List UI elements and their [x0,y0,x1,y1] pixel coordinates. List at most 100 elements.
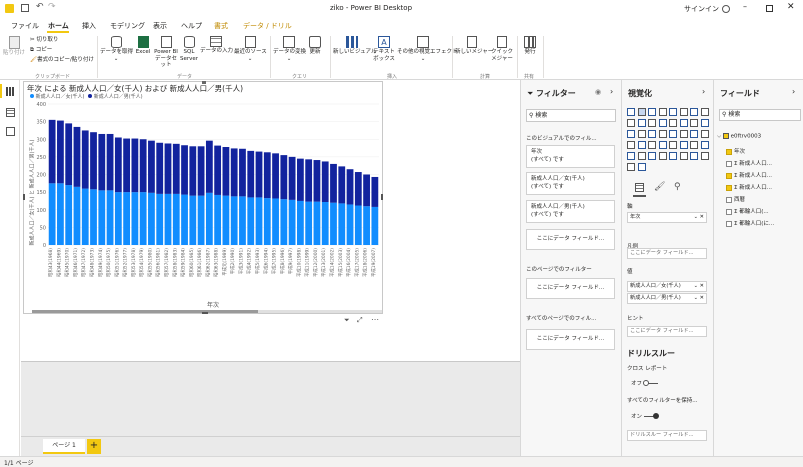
visual-type-icon[interactable] [627,163,635,171]
analytics-tab-icon[interactable]: ⚲ [674,182,681,192]
axis-well[interactable]: 年次 ⌄ ✕ [627,212,707,223]
filters-collapse-icon[interactable]: › [610,87,613,96]
visual-type-icon[interactable] [669,119,677,127]
stacked-column-visual[interactable]: 年次 による 新成人人口／女(千人) および 新成人人口／男(千人) 新成人人口… [23,81,383,314]
recent-sources-button[interactable]: 最近のソース ⌄ [234,36,267,62]
fields-search-input[interactable]: ⚲ 検索 [719,109,801,121]
transform-data-button[interactable]: データの変換 ⌄ [273,36,306,62]
field-checkbox[interactable] [726,172,732,179]
resize-handle-right[interactable] [381,194,383,200]
save-icon[interactable] [21,4,29,12]
visual-type-icon[interactable] [690,108,698,116]
publish-button[interactable]: 発行 [521,36,539,56]
visual-type-icon[interactable] [700,152,709,160]
model-view-icon[interactable] [6,127,15,136]
visual-type-icon[interactable] [648,152,656,160]
all-pages-filter-drop[interactable]: ここにデータ フィールド... [526,329,615,350]
visual-type-icon[interactable] [679,119,688,127]
visual-type-icon[interactable] [627,119,635,127]
get-data-button[interactable]: データを取得 ⌄ [100,36,133,62]
visual-type-icon[interactable] [627,130,635,138]
table-node[interactable]: ⌵ e0ftrv0003 [717,133,761,141]
filter-card-female[interactable]: 新成人人口／女(千人) (すべて) です [526,172,615,195]
minimize-icon[interactable]: – [743,2,747,11]
visual-type-icon[interactable] [658,141,667,149]
field-item[interactable]: Σ 新成人人口... [726,183,772,191]
visual-type-icon[interactable] [690,130,698,138]
visual-type-icon[interactable] [658,152,667,160]
visual-type-icon[interactable] [658,130,667,138]
tab-insert[interactable]: 挿入 [82,21,96,31]
visual-type-icon[interactable] [690,152,698,160]
filters-eye-icon[interactable]: ◉ [595,88,601,96]
visual-filter-icon[interactable]: ⏷ [344,316,350,325]
visual-type-icon[interactable] [648,108,656,116]
keep-filters-toggle[interactable]: オン [631,412,659,420]
visual-type-icon[interactable] [637,130,646,138]
visual-type-icon[interactable] [648,141,656,149]
tab-file[interactable]: ファイル [11,21,39,31]
tab-home[interactable]: ホーム [48,21,69,31]
visual-type-icon[interactable] [669,108,677,116]
visual-type-icon[interactable] [669,130,677,138]
field-checkbox[interactable] [726,208,732,215]
visual-type-icon[interactable] [637,163,646,171]
filters-search-input[interactable]: ⚲ 検索 [526,109,616,122]
value-well-male[interactable]: 新成人人口／男(千人) ⌄ ✕ [627,293,707,304]
chart-scroll-thumb[interactable] [32,310,258,313]
signin-link[interactable]: サインイン [684,4,719,14]
tab-format[interactable]: 書式 [214,21,228,31]
visual-type-icon[interactable] [690,141,698,149]
visual-type-icon[interactable] [679,141,688,149]
user-icon[interactable] [722,5,730,13]
visual-type-icon[interactable] [700,119,709,127]
paste-button[interactable]: 貼り付け [3,36,25,57]
resize-handle-left[interactable] [23,194,25,200]
refresh-button[interactable]: 更新 [306,36,324,56]
field-item[interactable]: Σ 都輪人口(に... [726,219,774,227]
field-item[interactable]: 西暦 [726,195,745,203]
tab-modeling[interactable]: モデリング [110,21,145,31]
field-checkbox[interactable] [726,220,732,227]
visual-type-icon[interactable] [637,119,646,127]
visual-type-icon[interactable] [658,119,667,127]
format-painter-button[interactable]: 🖌書式のコピー/貼り付け [30,57,94,64]
visual-type-icon[interactable] [690,119,698,127]
tab-data-drill[interactable]: データ / ドリル [243,21,292,31]
undo-icon[interactable]: ↶ [36,2,44,12]
visual-type-icon[interactable] [637,152,646,160]
quick-measure-button[interactable]: クイック メジャー [490,36,514,62]
field-checkbox[interactable] [726,184,732,191]
field-item[interactable]: Σ 新成人人口... [726,159,772,167]
visual-filter-drop[interactable]: ここにデータ フィールド... [526,229,615,250]
visual-type-icon[interactable] [700,141,709,149]
tab-view[interactable]: 表示 [153,21,167,31]
value-well-female[interactable]: 新成人人口／女(千人) ⌄ ✕ [627,281,707,292]
sql-server-button[interactable]: SQL Server [180,36,198,62]
visual-focus-icon[interactable]: ⤢ [357,316,363,325]
visual-type-icon[interactable] [679,130,688,138]
field-item[interactable]: Σ 都輪人口(... [726,207,769,215]
fields-collapse-icon[interactable]: › [792,87,795,96]
visual-type-icon[interactable] [658,108,667,116]
field-checkbox[interactable] [726,196,732,203]
visual-type-icon[interactable] [627,141,635,149]
visual-more-icon[interactable]: ⋯ [371,315,379,324]
excel-button[interactable]: Excel [134,36,152,56]
field-item[interactable]: 年次 [726,147,745,155]
resize-handle-bottom[interactable] [202,312,208,314]
tab-help[interactable]: ヘルプ [181,21,202,31]
new-visual-button[interactable]: 新しいビジュアル [333,36,376,56]
report-view-icon[interactable] [6,87,15,96]
tooltip-well[interactable]: ここにデータ フィールド... [627,326,707,337]
page-tab[interactable]: ページ 1 [43,439,85,454]
visual-type-icon[interactable] [679,108,688,116]
visual-type-icon[interactable] [700,130,709,138]
fields-tab-icon[interactable] [635,183,644,192]
textbox-button[interactable]: A テキスト ボックス [372,36,396,62]
visual-type-icon[interactable] [637,141,646,149]
visual-type-icon[interactable] [627,108,635,116]
cut-button[interactable]: ✂ 切り取り [30,37,58,44]
visual-type-icon[interactable] [679,152,688,160]
visual-type-icon[interactable] [627,152,635,160]
